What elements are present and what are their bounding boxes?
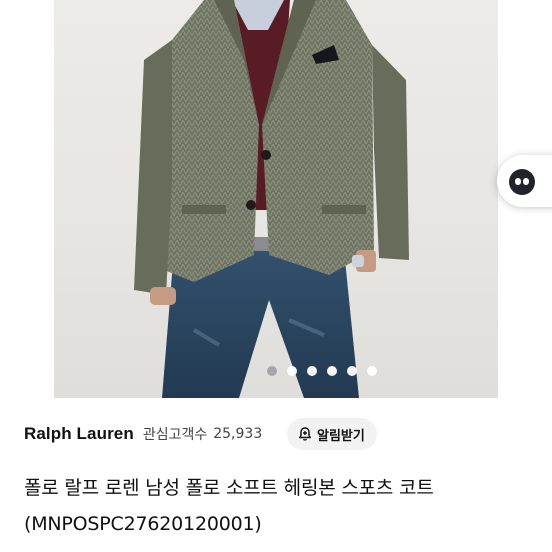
brand-row: Ralph Lauren 관심고객수 25,933 알림받기 <box>24 418 528 450</box>
watchers-label: 관심고객수 <box>142 427 208 443</box>
jacket-photo <box>134 0 409 398</box>
bell-plus-icon <box>299 427 311 441</box>
gallery-dot[interactable] <box>327 366 337 376</box>
alert-subscribe-button[interactable]: 알림받기 <box>287 418 377 450</box>
product-code: (MNPOSPC27620120001) <box>24 513 262 535</box>
gallery-dot[interactable] <box>367 366 377 376</box>
watchers-count: 25,933 <box>213 426 263 442</box>
product-image[interactable] <box>54 0 498 398</box>
product-title-line: 폴로 랄프 로렌 남성 폴로 소프트 헤링본 스포츠 코트 <box>24 477 434 499</box>
gallery-pagination <box>267 366 377 376</box>
gallery-dot[interactable] <box>287 366 297 376</box>
brand-name[interactable]: Ralph Lauren <box>24 424 134 444</box>
floating-chat-button[interactable] <box>497 155 552 207</box>
gallery-dot[interactable] <box>267 366 277 376</box>
gallery-dot[interactable] <box>307 366 317 376</box>
product-title: 폴로 랄프 로렌 남성 폴로 소프트 헤링본 스포츠 코트 (MNPOSPC27… <box>24 470 534 542</box>
gallery-dot[interactable] <box>347 366 357 376</box>
character-icon <box>509 169 535 195</box>
alert-button-label: 알림받기 <box>317 428 365 444</box>
